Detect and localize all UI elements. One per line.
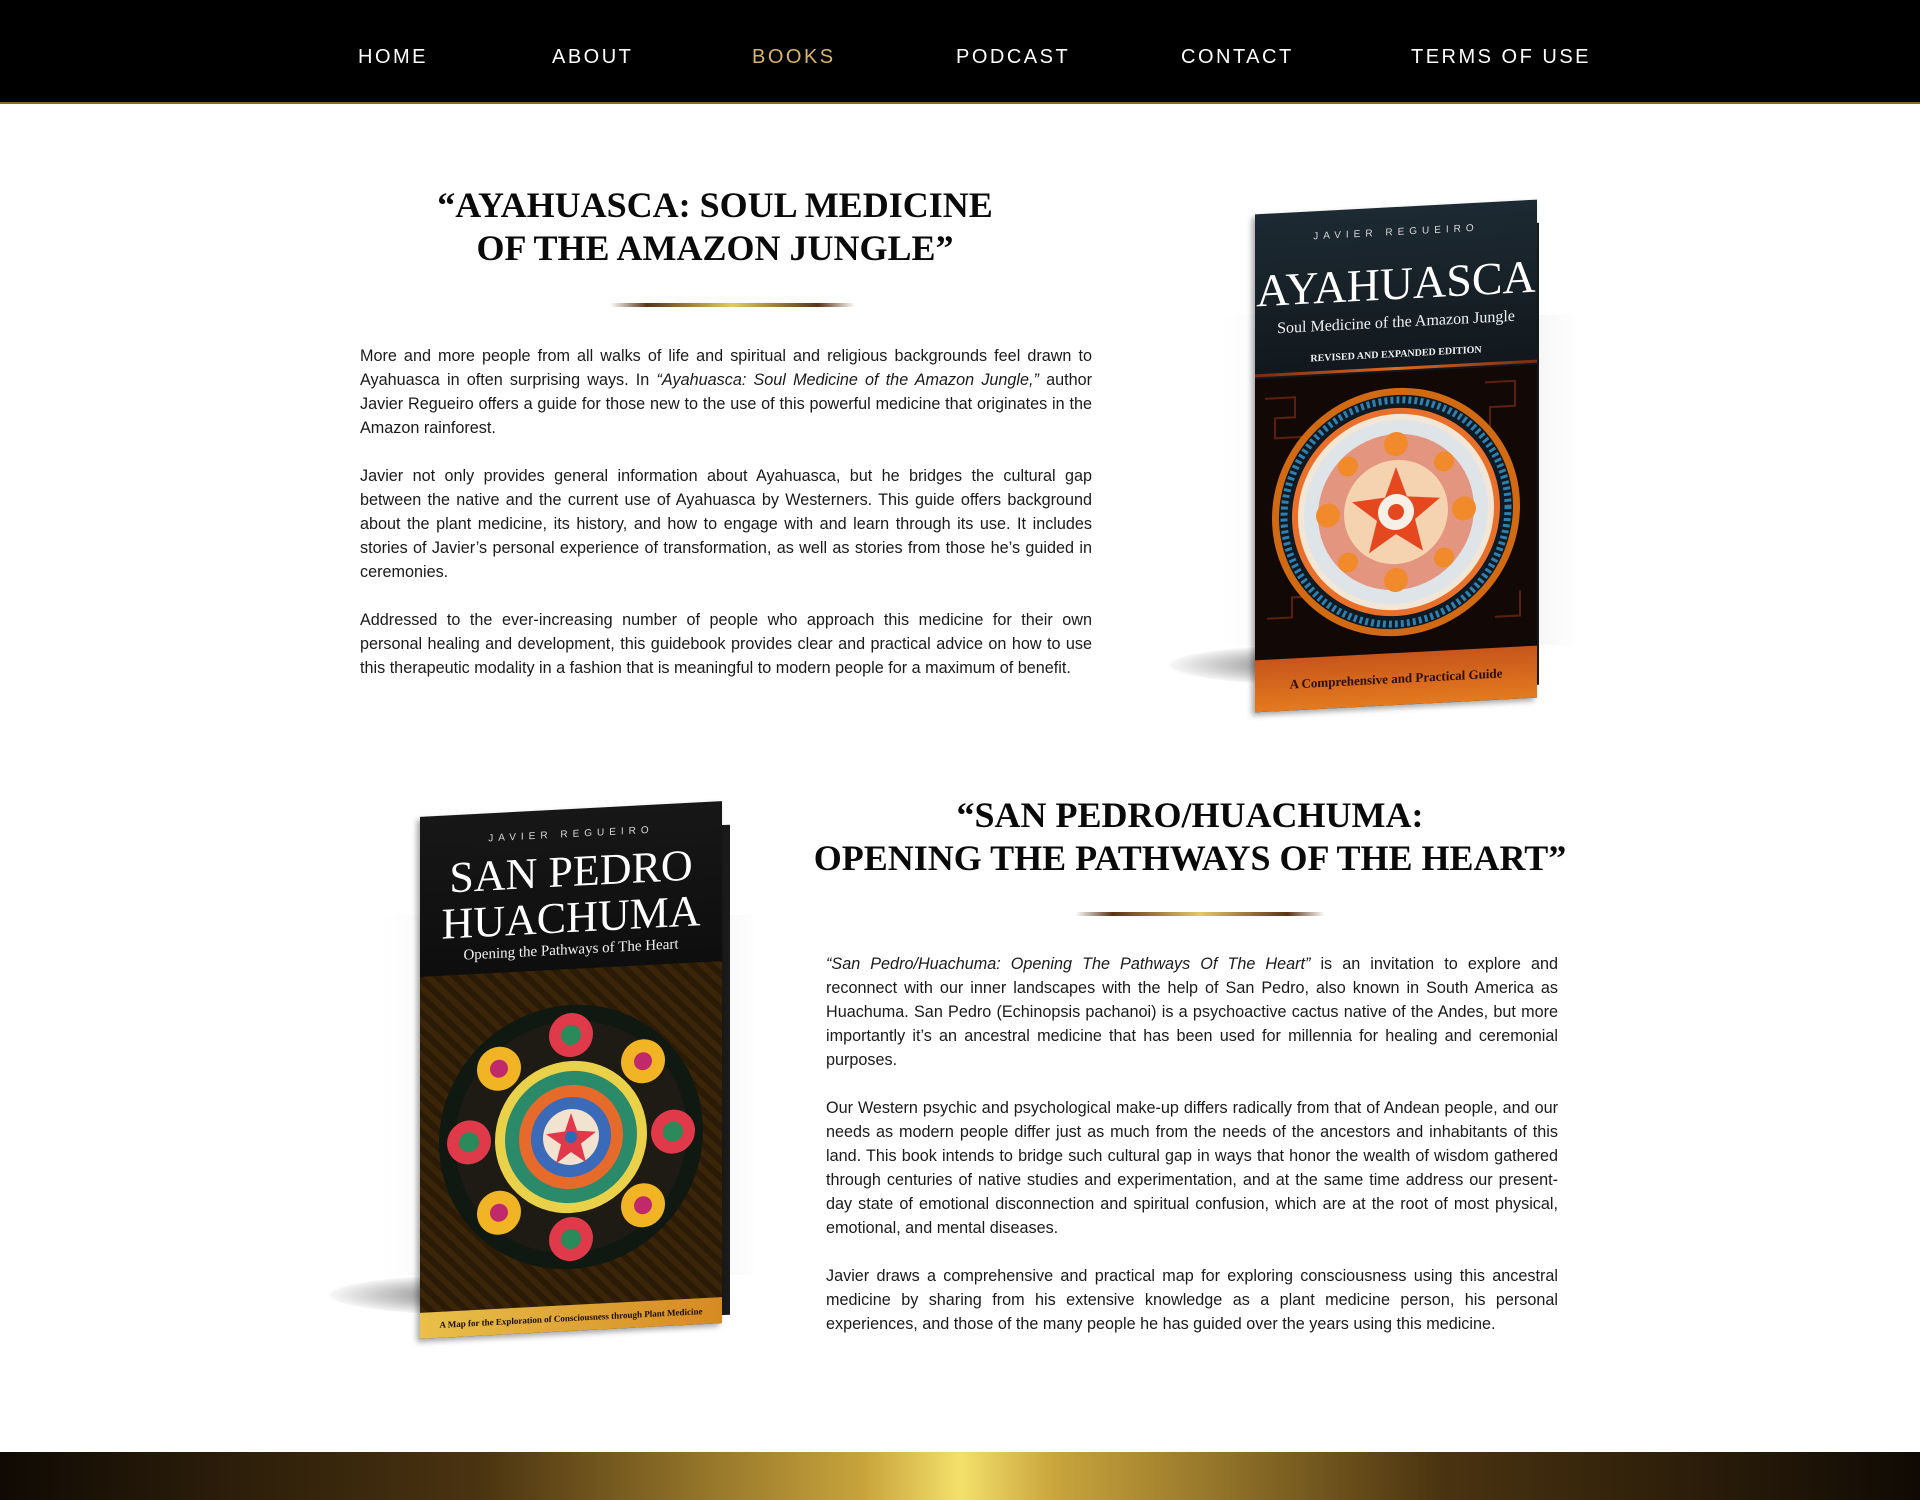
nav-books[interactable]: BOOKS — [752, 46, 836, 69]
cover-mandala-art — [1255, 364, 1537, 661]
nav-contact[interactable]: CONTACT — [1181, 46, 1294, 69]
cover-mandala-art — [420, 961, 722, 1313]
cover-title: SAN PEDRO HUACHUMA — [420, 841, 722, 949]
cover-face: JAVIER REGUEIRO SAN PEDRO HUACHUMA Openi… — [420, 801, 722, 1339]
footer-gold-bar — [0, 1452, 1920, 1500]
book-description-paragraph: Javier not only provides general informa… — [360, 467, 1092, 581]
cover-title: AYAHUASCA — [1256, 250, 1536, 317]
book-title-italic: “San Pedro/Huachuma: Opening The Pathway… — [826, 955, 1311, 973]
book-description-paragraph: More and more people from all walks of l… — [360, 344, 1092, 440]
book-title-san-pedro: “SAN PEDRO/HUACHUMA: OPENING THE PATHWAY… — [800, 794, 1580, 880]
cover-author: JAVIER REGUEIRO — [1313, 222, 1479, 243]
book-title-line: “AYAHUASCA: SOUL MEDICINE — [437, 185, 993, 225]
book-cover-ayahuasca[interactable]: JAVIER REGUEIRO AYAHUASCA Soul Medicine … — [1170, 195, 1590, 715]
cover-face: JAVIER REGUEIRO AYAHUASCA Soul Medicine … — [1255, 199, 1537, 713]
top-navigation: HOME ABOUT BOOKS PODCAST CONTACT TERMS O… — [0, 0, 1920, 104]
book-title-line: OPENING THE PATHWAYS OF THE HEART” — [813, 838, 1567, 878]
nav-terms-of-use[interactable]: TERMS OF USE — [1411, 46, 1591, 69]
gold-divider — [1075, 912, 1325, 916]
book-title-ayahuasca: “AYAHUASCA: SOUL MEDICINE OF THE AMAZON … — [360, 184, 1070, 270]
mandala-illustration — [1265, 379, 1521, 637]
gold-divider — [610, 303, 855, 307]
book-description-paragraph: Our Western psychic and psychological ma… — [826, 1099, 1558, 1237]
book-description-paragraph: Addressed to the ever-increasing number … — [360, 611, 1092, 677]
book-title-line: “SAN PEDRO/HUACHUMA: — [956, 795, 1424, 835]
book-description-paragraph: “San Pedro/Huachuma: Opening The Pathway… — [826, 952, 1558, 1072]
book-title-italic: “Ayahuasca: Soul Medicine of the Amazon … — [656, 371, 1039, 389]
mandala-illustration — [439, 1004, 703, 1270]
book-cover-san-pedro[interactable]: JAVIER REGUEIRO SAN PEDRO HUACHUMA Openi… — [330, 795, 770, 1345]
nav-home[interactable]: HOME — [358, 46, 428, 69]
book-title-line: OF THE AMAZON JUNGLE” — [476, 228, 954, 268]
book-description-paragraph: Javier draws a comprehensive and practic… — [826, 1267, 1558, 1333]
nav-about[interactable]: ABOUT — [552, 46, 633, 69]
nav-podcast[interactable]: PODCAST — [956, 46, 1070, 69]
